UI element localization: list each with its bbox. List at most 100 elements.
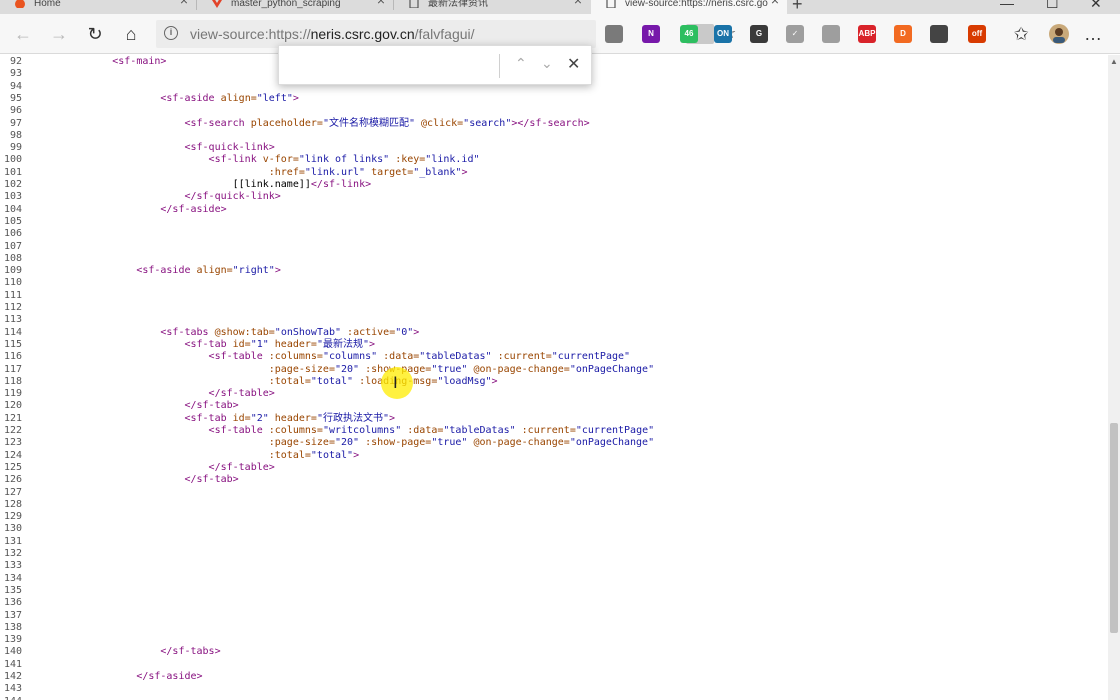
tab-label: Home [34,0,61,9]
source-line: 114 <sf-tabs @show:tab="onShowTab" :activ… [0,327,419,339]
source-line: 133 [0,560,22,572]
scrollbar-thumb[interactable] [1110,423,1118,633]
code-token: "link of links" [298,154,390,166]
address-url[interactable]: view-source:https://neris.csrc.gov.cn/fa… [190,26,475,42]
code-token: :current= [491,351,552,363]
line-number: 119 [3,388,22,400]
line-number: 124 [3,449,22,461]
code-token: :current= [515,425,576,436]
address-bar[interactable]: i view-source:https://neris.csrc.gov.cn/… [156,20,736,48]
office-icon[interactable]: off [968,25,986,43]
line-number: 109 [3,265,22,277]
line-number: 101 [3,166,22,178]
code-token: <sf-table [208,425,269,436]
close-icon[interactable]: ✕ [567,54,580,74]
source-line: 139 [0,634,22,646]
scroll-up-icon[interactable]: ▲ [1110,57,1118,66]
line-number: 107 [3,240,22,252]
code-token: "true" [431,363,468,375]
onenote-icon[interactable]: N [642,25,660,43]
code-token: :total= [268,375,311,387]
source-line: 118:total="total" :loading-msg="loadMsg"… [0,375,498,388]
ghostery-icon[interactable]: G [750,25,768,43]
chevron-down-icon[interactable]: ⌄ [541,55,553,72]
source-line: 128 [0,499,22,511]
chevron-up-icon[interactable]: ⌃ [515,55,527,72]
line-code: </sf-tabs> [160,646,220,658]
code-token: :columns= [268,351,323,363]
close-icon[interactable]: × [771,0,779,7]
code-token: :data= [377,351,420,363]
evernote-icon[interactable]: 46 [680,25,698,43]
adblock-icon[interactable]: ABP [858,25,876,43]
line-number: 103 [3,191,22,203]
source-line: 117:page-size="20" :show-page="true" @on… [0,363,654,376]
line-number: 117 [3,363,22,375]
code-token: "onPageChange" [569,363,655,375]
cursor-icon[interactable] [822,25,840,43]
line-number: 118 [3,375,22,387]
close-icon[interactable]: × [180,0,188,7]
line-code: <sf-aside align="left"> [160,93,299,105]
refresh-icon[interactable]: ↻ [84,23,106,45]
text-cursor-icon: I [393,373,398,392]
avatar[interactable] [1048,23,1070,45]
tab-news[interactable]: 最新法律资讯 × [394,0,590,14]
source-line: 122 <sf-table :columns="writcolumns" :dat… [0,425,654,437]
minimize-icon[interactable]: — [1000,0,1014,11]
line-number: 96 [9,105,22,117]
source-view[interactable]: 92 <sf-main> 93 94 95 <sf-aside align="left">… [0,55,1108,700]
code-token: "行政执法文书" [316,412,389,424]
line-number: 104 [3,203,22,215]
source-line: 103 </sf-quick-link> [0,191,281,203]
favorites-hub-icon[interactable]: ✩ [1010,23,1032,45]
close-icon[interactable]: × [574,0,582,7]
line-number: 137 [3,609,22,621]
new-tab-button[interactable]: + [792,0,803,14]
line-code: <sf-tab id="1" header="最新法规"> [184,339,375,351]
reading-list-icon[interactable] [605,25,623,43]
close-icon[interactable]: × [377,0,385,7]
code-token: <sf-tab [184,412,233,424]
code-token: "onShowTab" [274,326,342,338]
info-icon[interactable]: i [164,26,178,40]
home-icon[interactable]: ⌂ [120,23,142,45]
source-line: 143 [0,683,22,695]
more-menu-icon[interactable]: … [1082,23,1104,45]
code-token: </sf-aside> [160,203,227,215]
code-token: :show-page= [359,437,432,449]
line-code: <sf-table :columns="columns" :data="tabl… [209,351,631,363]
screenshot-icon[interactable] [930,25,948,43]
back-arrow-icon[interactable]: ← [12,23,34,45]
tab-home[interactable]: Home × [0,0,196,14]
line-code: <sf-table :columns="writcolumns" :data="… [209,425,655,437]
code-token: </sf-tabs> [160,646,221,658]
source-line: 119 </sf-table> [0,388,275,400]
tab-master-python-scraping[interactable]: master_python_scraping × [197,0,393,14]
source-line: 136 [0,597,22,609]
code-token: > [292,92,299,104]
code-token: "tableDatas" [443,425,516,436]
line-number: 120 [3,400,22,412]
line-code: <sf-tab id="2" header="行政执法文书"> [184,413,395,425]
maximize-icon[interactable]: ☐ [1046,0,1059,12]
find-input[interactable] [287,54,497,78]
line-number: 134 [3,572,22,584]
tab-view-source[interactable]: view-source:https://neris.csrc.go × [591,0,787,14]
source-line: 138 [0,622,22,634]
checkmark-icon[interactable]: ✓ [786,25,804,43]
line-number: 131 [3,535,22,547]
close-window-icon[interactable]: ✕ [1090,0,1102,12]
line-code: </sf-quick-link> [184,191,280,203]
line-code: :total="total"> [269,450,359,462]
code-token: "0" [395,326,414,338]
code-token: @show:tab= [214,326,275,338]
onetab-icon[interactable]: ON [714,25,732,43]
vertical-scrollbar[interactable]: ▲ [1108,55,1120,700]
source-line: 130 [0,523,22,535]
code-token: "文件名称模糊匹配" [322,117,415,129]
honey-icon[interactable]: D [894,25,912,43]
forward-arrow-icon[interactable]: → [48,23,70,45]
line-number: 127 [3,486,22,498]
code-token: :href= [268,166,305,178]
